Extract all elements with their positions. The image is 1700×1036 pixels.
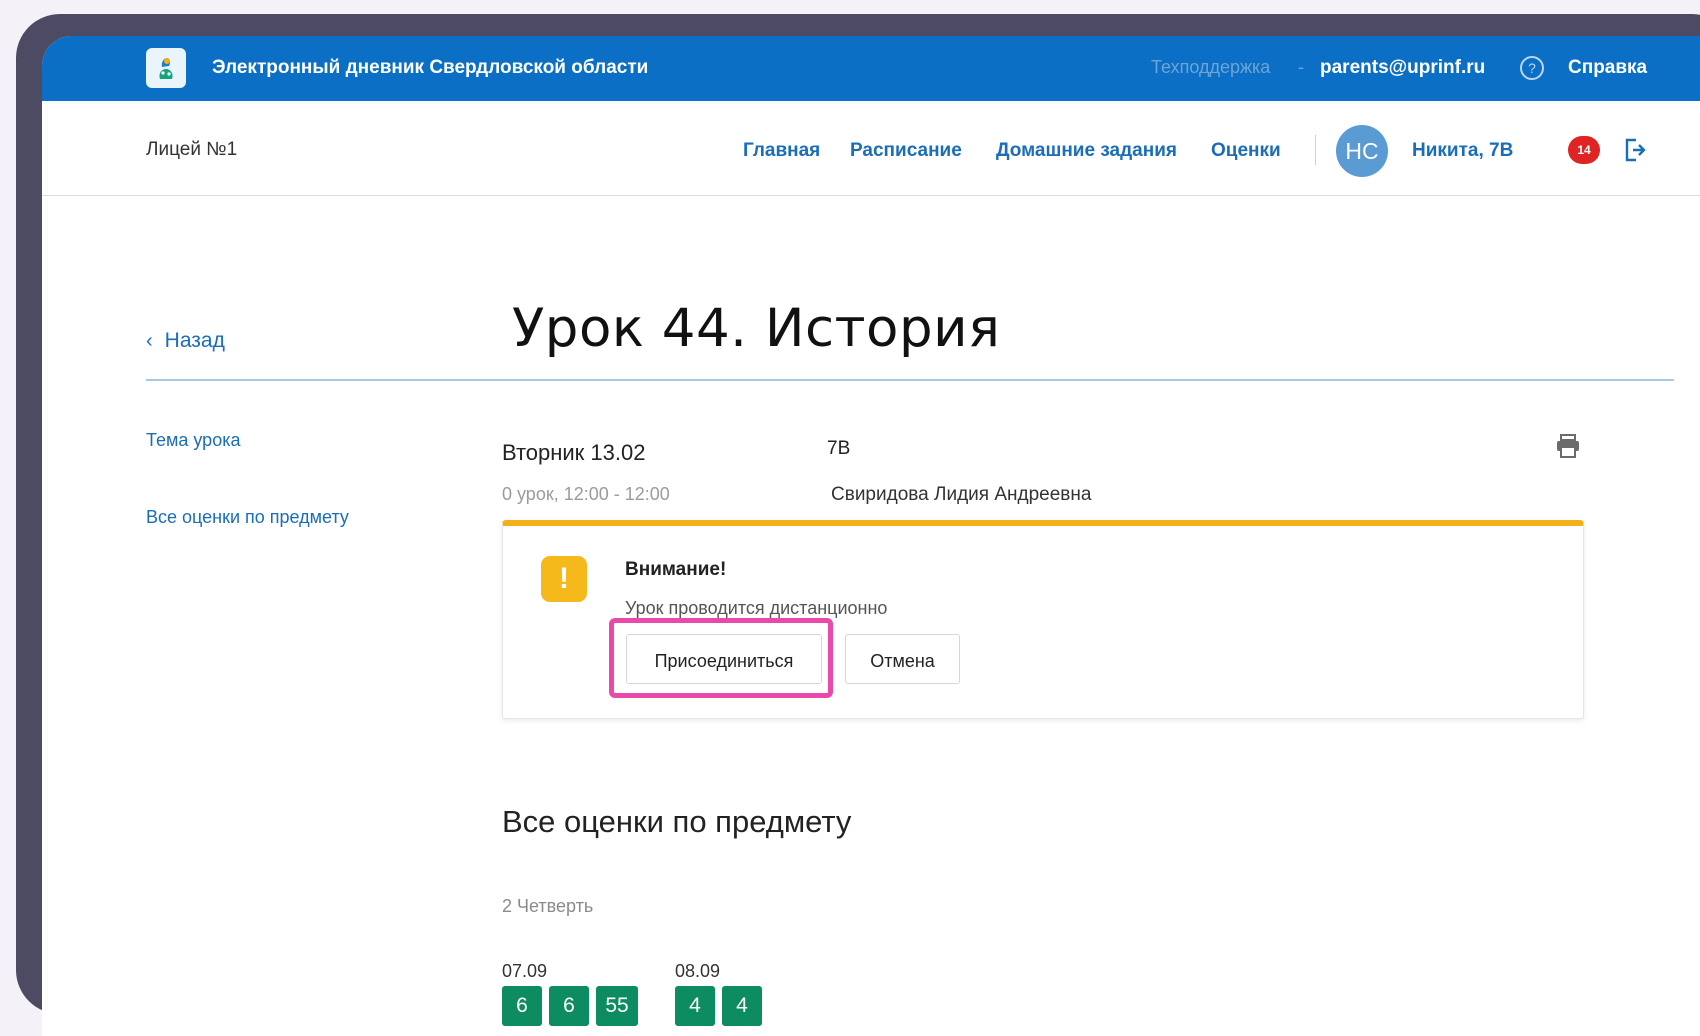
support-separator: - — [1298, 57, 1304, 77]
grade-mark[interactable]: 4 — [722, 986, 762, 1026]
nav-item-schedule[interactable]: Расписание — [850, 140, 962, 162]
join-button[interactable]: Присоединиться — [626, 634, 822, 684]
page-title: Урок 44. История — [512, 298, 1001, 359]
sidebar-link-topic[interactable]: Тема урока — [146, 430, 240, 451]
sidebar-link-all-grades[interactable]: Все оценки по предмету — [146, 507, 349, 528]
printer-icon[interactable] — [1554, 432, 1582, 465]
nav-item-homework[interactable]: Домашние задания — [996, 140, 1177, 162]
alert-text: Урок проводится дистанционно — [625, 598, 888, 618]
app-title: Электронный дневник Свердловской области — [212, 57, 649, 78]
grades-section-title: Все оценки по предмету — [502, 804, 852, 839]
grade-mark[interactable]: 4 — [675, 986, 715, 1026]
class-name: 7В — [827, 438, 851, 459]
lesson-time: 0 урок, 12:00 - 12:00 — [502, 484, 670, 504]
grade-date: 07.09 — [502, 961, 548, 981]
question-circle-icon[interactable]: ? — [1520, 56, 1544, 80]
screen: Электронный дневник Свердловской области… — [42, 36, 1700, 1036]
alert-title: Внимание! — [625, 559, 727, 580]
exclamation-icon: ! — [541, 556, 587, 602]
support-email-link[interactable]: parents@uprinf.ru — [1320, 57, 1485, 79]
remote-lesson-alert: ! Внимание! Урок проводится дистанционно… — [502, 520, 1584, 719]
grade-mark[interactable]: 6 — [502, 986, 542, 1026]
nav-divider — [1315, 135, 1316, 165]
grade-mark[interactable]: 6 — [549, 986, 589, 1026]
lesson-date: Вторник 13.02 — [502, 440, 646, 465]
user-name-link[interactable]: Никита, 7В — [1412, 140, 1513, 162]
nav-item-home[interactable]: Главная — [743, 140, 820, 162]
teacher-name: Свиридова Лидия Андреевна — [831, 484, 1092, 505]
nav-bar: Лицей №1 Главная Расписание Домашние зад… — [42, 101, 1700, 196]
device-frame: Электронный дневник Свердловской области… — [16, 14, 1700, 1036]
support-label: Техподдержка — [1151, 57, 1271, 77]
top-bar: Электронный дневник Свердловской области… — [42, 36, 1700, 101]
notification-badge[interactable]: 14 — [1568, 136, 1600, 164]
term-label: 2 Четверть — [502, 896, 594, 916]
help-link[interactable]: Справка — [1568, 57, 1647, 79]
region-logo-icon[interactable] — [146, 48, 186, 88]
back-link[interactable]: ‹ Назад — [146, 329, 225, 353]
logout-icon[interactable] — [1622, 136, 1648, 169]
grade-date: 08.09 — [675, 961, 721, 981]
cancel-button[interactable]: Отмена — [845, 634, 960, 684]
school-name: Лицей №1 — [146, 139, 238, 160]
title-divider — [146, 379, 1674, 381]
grade-mark[interactable]: 55 — [596, 986, 638, 1026]
nav-item-grades[interactable]: Оценки — [1211, 140, 1281, 162]
avatar[interactable]: НС — [1336, 125, 1388, 177]
chevron-left-icon: ‹ — [146, 330, 153, 352]
back-label: Назад — [164, 329, 225, 352]
